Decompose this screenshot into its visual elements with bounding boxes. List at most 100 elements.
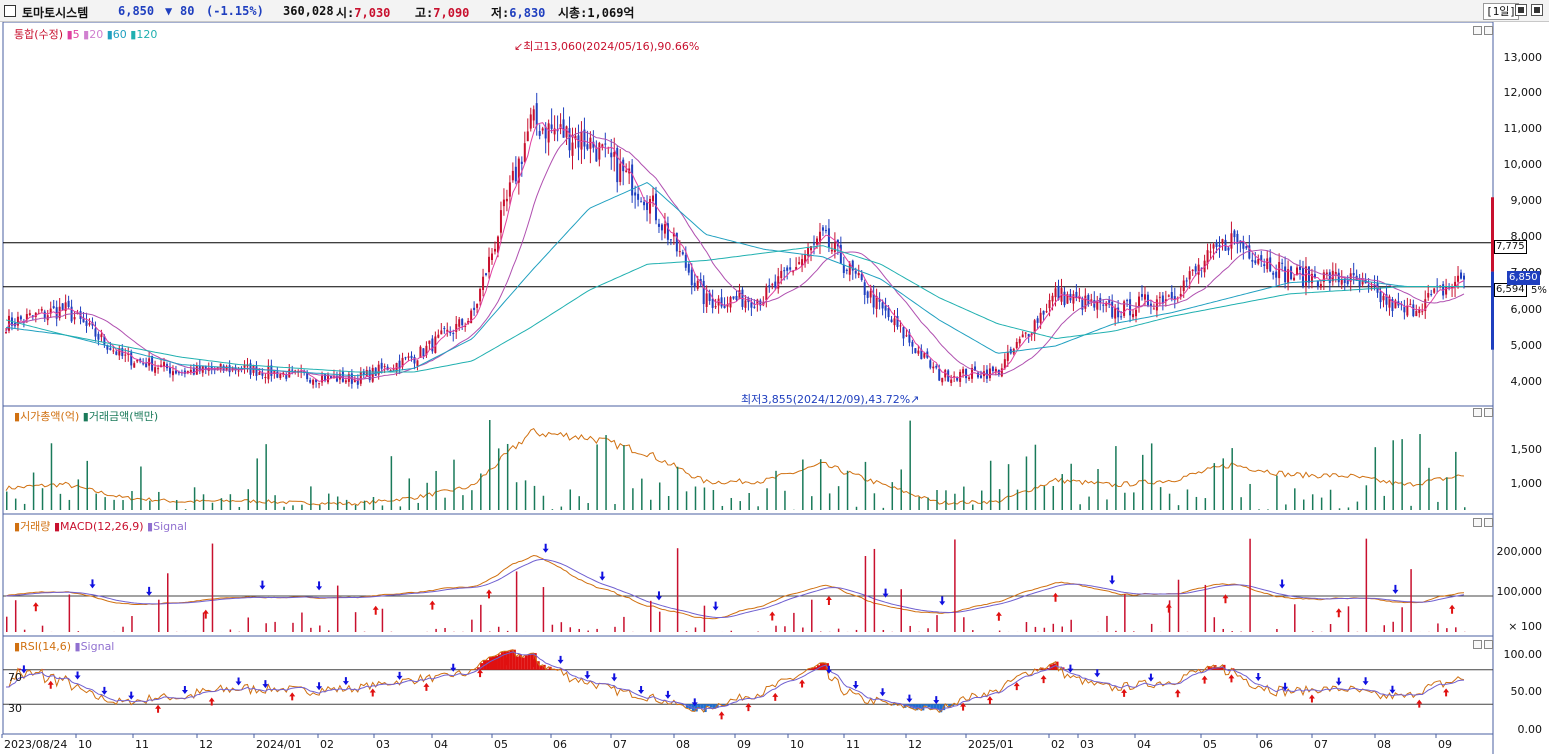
trade-amount-bar — [202, 494, 205, 510]
candle-body — [1221, 239, 1224, 244]
volume-bar — [471, 619, 473, 632]
cap-value: 1,069억 — [587, 6, 635, 20]
legend-ma60[interactable]: 60 — [113, 28, 127, 41]
candle-body — [1343, 279, 1346, 283]
rsi-buy-arrow-icon — [1308, 694, 1315, 703]
restore-button[interactable] — [1515, 4, 1527, 16]
trade-amount-bar — [533, 485, 536, 510]
macd-panel-minimize-button[interactable] — [1473, 518, 1482, 527]
price-panel-maximize-button[interactable] — [1484, 26, 1493, 35]
legend-volume[interactable]: 거래량 — [20, 520, 50, 533]
legend-market-cap[interactable]: 시가총액(억) — [20, 410, 79, 423]
legend-ma120[interactable]: 120 — [136, 28, 157, 41]
trade-amount-bar — [1177, 505, 1180, 510]
candle-body — [1129, 299, 1132, 316]
select-checkbox[interactable] — [4, 5, 16, 17]
period-selector[interactable]: [1일] — [1483, 3, 1519, 20]
trade-amount-bar — [954, 493, 956, 510]
candle-body — [872, 293, 875, 308]
buy-signal-arrow-icon — [995, 611, 1002, 621]
stock-chart[interactable] — [0, 22, 1549, 754]
candle-body — [1352, 272, 1355, 276]
candle-body — [813, 243, 816, 245]
legend-macd[interactable]: MACD(12,26,9) — [60, 520, 144, 533]
candle-body — [88, 322, 91, 325]
volume-bar — [122, 626, 124, 632]
trade-amount-bar — [211, 502, 214, 510]
rsi-panel-maximize-button[interactable] — [1484, 640, 1493, 649]
x-axis-tick: 03 — [376, 738, 390, 751]
candle-body — [637, 193, 640, 200]
candle-body — [476, 303, 479, 308]
candle-body — [1227, 247, 1230, 251]
candle-body — [1182, 280, 1185, 292]
candle-body — [1155, 299, 1158, 311]
trade-amount-bar — [1383, 495, 1385, 510]
trade-amount-bar — [891, 482, 894, 510]
legend-ma5[interactable]: 5 — [73, 28, 80, 41]
volume-bar — [1034, 626, 1037, 632]
candle-body — [962, 369, 965, 374]
trade-amount-bar — [515, 482, 518, 510]
candle-body — [1367, 284, 1370, 286]
trade-amount-bar — [685, 491, 688, 510]
trade-amount-bar — [426, 482, 428, 510]
trade-amount-bar — [238, 506, 241, 510]
candle-body — [258, 372, 261, 376]
legend-ma20[interactable]: 20 — [89, 28, 103, 41]
high-value: 7,090 — [433, 6, 470, 20]
rsi-overbought-fill — [527, 654, 531, 670]
rsi-sell-arrow-icon — [584, 671, 591, 680]
trade-amount-bar — [1195, 496, 1198, 510]
candle-body — [488, 256, 491, 273]
candle-body — [1045, 311, 1048, 313]
rsi-panel-minimize-button[interactable] — [1473, 640, 1482, 649]
price-panel-minimize-button[interactable] — [1473, 26, 1482, 35]
macd-panel-frame — [2, 513, 1494, 637]
rsi-line — [6, 649, 1465, 713]
rsi-sell-arrow-icon — [906, 694, 913, 703]
trade-amount-bar — [909, 420, 911, 510]
candle-body — [780, 270, 783, 278]
candle-body — [1185, 280, 1188, 282]
trade-amount-bar — [1285, 504, 1287, 510]
macd-panel-maximize-button[interactable] — [1484, 518, 1493, 527]
trade-amount-bar — [819, 459, 822, 510]
trade-amount-bar — [1115, 446, 1117, 510]
candle-body — [714, 306, 717, 308]
legend-rsi[interactable]: RSI(14,6) — [20, 640, 71, 653]
stock-name[interactable]: 토마토시스템 — [22, 4, 88, 21]
volume-bar — [381, 608, 384, 632]
trade-amount-bar — [551, 509, 554, 510]
rsi-buy-arrow-icon — [772, 692, 779, 701]
trade-amount-bar — [1159, 487, 1162, 510]
rsi-panel-frame — [2, 635, 1494, 735]
hline-price-box-1: 7,775 — [1494, 240, 1527, 254]
trade-amount-bar — [265, 444, 267, 510]
candle-body — [693, 282, 696, 287]
maximize-button[interactable] — [1531, 4, 1543, 16]
candle-body — [991, 366, 994, 372]
candle-body — [663, 224, 666, 234]
buy-signal-arrow-icon — [1165, 603, 1172, 613]
legend-macd-signal[interactable]: Signal — [153, 520, 187, 533]
legend-main[interactable]: 통합(수정) — [14, 28, 63, 41]
cap-panel-maximize-button[interactable] — [1484, 408, 1493, 417]
trade-amount-bar — [32, 472, 35, 510]
volume-bar — [292, 622, 294, 632]
trade-amount-bar — [980, 490, 983, 510]
x-axis-tick: 05 — [1203, 738, 1217, 751]
trade-amount-bar — [1097, 469, 1099, 510]
candle-body — [499, 210, 502, 233]
max-price-annotation: ↙최고13,060(2024/05/16),90.66% — [514, 40, 700, 53]
candle-body — [968, 377, 971, 380]
legend-rsi-signal[interactable]: Signal — [81, 640, 115, 653]
trade-amount-bar — [524, 480, 527, 510]
volume-bar — [927, 628, 929, 632]
candle-body — [1135, 309, 1138, 317]
legend-trade-amount[interactable]: 거래금액(백만) — [89, 410, 158, 423]
cap-panel-minimize-button[interactable] — [1473, 408, 1482, 417]
volume-bar — [1115, 630, 1117, 632]
candle-body — [1415, 310, 1418, 317]
volume-bar — [1329, 624, 1332, 632]
